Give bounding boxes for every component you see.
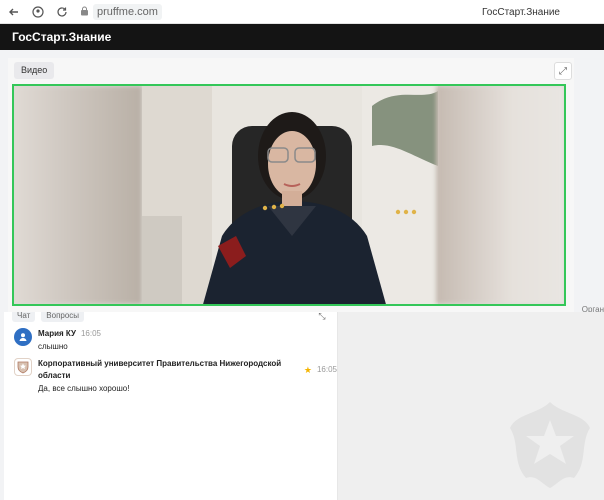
message-time: 16:05 xyxy=(316,365,337,374)
user-avatar-icon xyxy=(14,328,32,346)
app-header: ГосСтарт.Знание xyxy=(0,24,604,50)
expand-icon: ⤢ xyxy=(559,65,567,77)
video-blur-right xyxy=(436,86,564,304)
address-bar[interactable]: pruffme.com xyxy=(80,3,162,21)
chat-tabs: Чат Вопросы xyxy=(12,312,85,322)
url-text: pruffme.com xyxy=(93,4,162,20)
emblem-watermark-icon xyxy=(510,402,590,488)
speaker-video-image xyxy=(142,86,438,304)
back-arrow-icon[interactable] xyxy=(6,4,22,20)
crest-avatar-icon xyxy=(14,358,32,376)
video-feed xyxy=(142,86,438,304)
message-time: 16:05 xyxy=(80,329,101,338)
profile-icon[interactable] xyxy=(30,4,46,20)
tab-video[interactable]: Видео xyxy=(14,62,55,79)
browser-tab-title: ГосСтарт.Знание xyxy=(482,7,560,18)
tab-chat[interactable]: Чат xyxy=(12,312,36,322)
app-title: ГосСтарт.Знание xyxy=(12,30,112,44)
chat-panel: Чат Вопросы ⤡ Мария КУ 16:05 слышно Корп… xyxy=(4,310,338,500)
chat-message-body: Мария КУ 16:05 слышно xyxy=(38,328,101,351)
message-text: Да, все слышно хорошо! xyxy=(38,384,130,393)
reload-icon[interactable] xyxy=(54,4,70,20)
message-author: Корпоративный университет Правительства … xyxy=(38,359,282,380)
video-panel: Видео ⤢ xyxy=(8,58,574,312)
tab-questions[interactable]: Вопросы xyxy=(41,312,85,322)
chat-message: Корпоративный университет Правительства … xyxy=(14,358,337,393)
video-blur-left xyxy=(14,86,142,304)
browser-toolbar: pruffme.com ГосСтарт.Знание xyxy=(0,0,604,24)
message-text: слышно xyxy=(38,342,68,351)
video-stream[interactable] xyxy=(12,84,566,306)
collapse-chat-button[interactable]: ⤡ xyxy=(315,310,329,322)
message-author: Мария КУ xyxy=(38,329,76,338)
chat-message: Мария КУ 16:05 слышно xyxy=(14,328,101,351)
collapse-icon: ⤡ xyxy=(318,310,326,321)
expand-button[interactable]: ⤢ xyxy=(554,62,572,80)
presentation-area xyxy=(338,312,604,500)
star-icon: ★ xyxy=(303,365,312,375)
chat-message-body: Корпоративный университет Правительства … xyxy=(38,358,337,393)
lock-icon xyxy=(80,3,89,21)
